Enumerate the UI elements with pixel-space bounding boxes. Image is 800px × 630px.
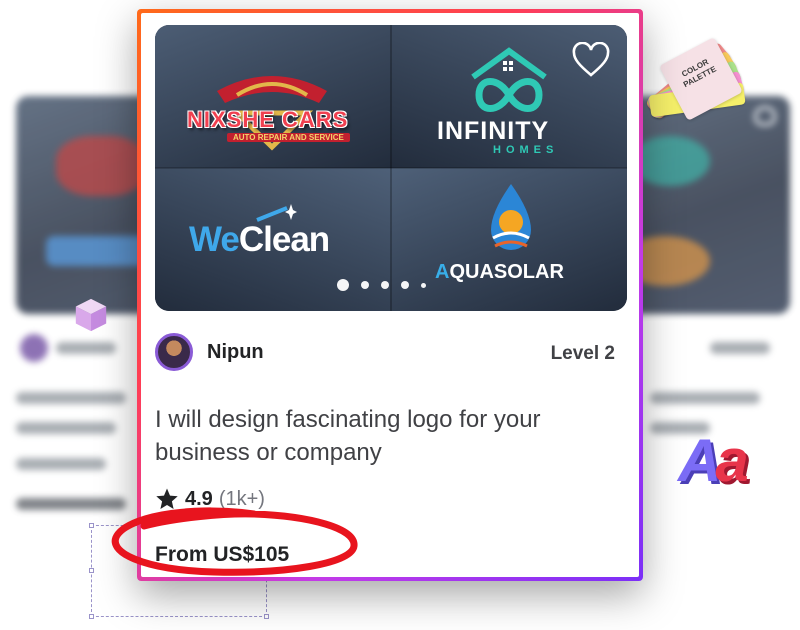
- rating-count: (1k+): [218, 487, 265, 510]
- color-palette-sticker: COLOR PALETTE: [640, 37, 760, 154]
- logo-aquasolar-a: A: [435, 261, 450, 283]
- typography-sticker: Aa: [678, 426, 749, 495]
- price-label: From US$105: [155, 543, 290, 566]
- logo-weclean-we: We: [189, 220, 240, 259]
- solar-drop-icon: [491, 184, 531, 250]
- carousel-dot[interactable]: [361, 281, 369, 289]
- logo-tile-aquasolar: AQUASOLAR: [391, 168, 627, 311]
- rating: 4.9 (1k+): [155, 487, 265, 511]
- typography-glyph-lower: a: [715, 427, 748, 494]
- carousel-dot[interactable]: [381, 281, 389, 289]
- typography-glyph-upper: A: [678, 427, 721, 494]
- rating-value: 4.9: [185, 487, 213, 510]
- palette-label: COLOR PALETTE: [680, 57, 718, 90]
- star-icon: [156, 488, 178, 509]
- gig-card-highlight-frame: NIXSHE CARS AUTO REPAIR AND SERVICE INFI…: [137, 9, 643, 581]
- seller-info[interactable]: Nipun: [155, 333, 264, 371]
- heart-icon: [572, 41, 610, 77]
- gig-title[interactable]: I will design fascinating logo for your …: [155, 403, 625, 469]
- gig-card[interactable]: NIXSHE CARS AUTO REPAIR AND SERVICE INFI…: [141, 13, 639, 577]
- logo-homes-text: HOMES: [493, 144, 559, 156]
- carousel-dots[interactable]: [337, 279, 426, 291]
- carousel-dot[interactable]: [401, 281, 409, 289]
- seller-level-badge: Level 2: [550, 343, 615, 364]
- logo-aquasolar-rest: QUASOLAR: [449, 261, 564, 283]
- logo-infinity-text: INFINITY: [437, 117, 550, 145]
- logo-aquasolar-text: AQUASOLAR: [435, 261, 564, 284]
- carousel-dot[interactable]: [337, 279, 349, 291]
- house-infinity-icon: [471, 47, 547, 112]
- logo-nixshe-cars-text: NIXSHE CARS: [187, 107, 349, 132]
- seller-name[interactable]: Nipun: [207, 341, 264, 364]
- logo-nixshe-tagline: AUTO REPAIR AND SERVICE: [227, 133, 350, 142]
- background-card-avatar: [20, 334, 48, 362]
- sparkle-icon: [256, 204, 297, 222]
- logo-tile-nixshe: NIXSHE CARS AUTO REPAIR AND SERVICE: [155, 25, 391, 168]
- carousel-dot[interactable]: [421, 282, 426, 288]
- cube-icon: [75, 298, 107, 332]
- seller-avatar[interactable]: [155, 333, 193, 371]
- gig-image-gallery[interactable]: NIXSHE CARS AUTO REPAIR AND SERVICE INFI…: [155, 25, 627, 311]
- favorite-button[interactable]: [567, 37, 615, 85]
